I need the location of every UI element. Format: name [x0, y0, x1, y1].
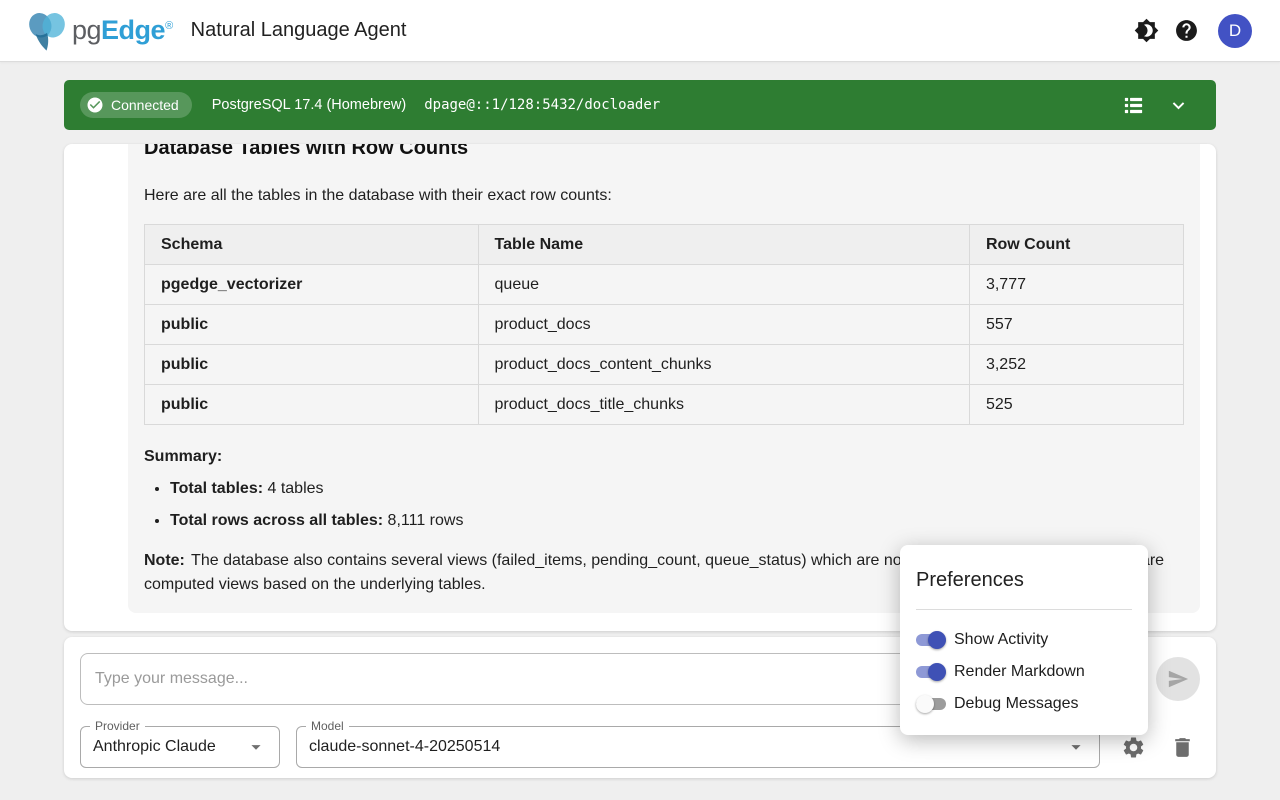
connection-status-label: Connected: [111, 97, 179, 113]
send-icon: [1167, 668, 1189, 690]
results-table-body: pgedge_vectorizerqueue3,777publicproduct…: [145, 265, 1184, 425]
provider-select[interactable]: Provider Anthropic Claude: [80, 726, 280, 768]
chevron-down-icon: [1167, 94, 1190, 117]
message-intro: Here are all the tables in the database …: [144, 184, 1184, 208]
cell-schema: public: [145, 305, 479, 345]
preference-row: Show Activity: [916, 624, 1132, 656]
settings-button[interactable]: [1121, 735, 1146, 760]
cell-row-count: 3,252: [969, 345, 1183, 385]
preference-row: Debug Messages: [916, 688, 1132, 720]
toggle-switch-show-activity[interactable]: [916, 631, 946, 649]
gear-icon: [1121, 735, 1146, 760]
preferences-popup: Preferences Show Activity Render Markdown…: [900, 545, 1148, 735]
cell-schema: public: [145, 385, 479, 425]
toggle-switch-render-markdown[interactable]: [916, 663, 946, 681]
activity-list-button[interactable]: [1118, 90, 1149, 121]
help-button[interactable]: [1166, 11, 1206, 51]
preference-label: Render Markdown: [954, 663, 1085, 681]
app-header: pgEdge® Natural Language Agent D: [0, 0, 1280, 62]
help-icon: [1174, 18, 1199, 43]
toggle-thumb: [928, 631, 946, 649]
table-column-header: Table Name: [478, 225, 969, 265]
connection-string: dpage@::1/128:5432/docloader: [424, 97, 660, 113]
summary-item-label: Total rows across all tables:: [170, 512, 383, 529]
model-label: Model: [306, 719, 349, 733]
check-circle-icon: [86, 96, 104, 114]
preference-label: Debug Messages: [954, 695, 1079, 713]
preferences-toggle-list: Show Activity Render Markdown Debug Messag…: [916, 624, 1132, 720]
message-heading: Database Tables with Row Counts: [144, 144, 1184, 162]
send-button[interactable]: [1156, 657, 1200, 701]
table-row: publicproduct_docs557: [145, 305, 1184, 345]
cell-table-name: product_docs: [478, 305, 969, 345]
cell-row-count: 525: [969, 385, 1183, 425]
cell-schema: pgedge_vectorizer: [145, 265, 479, 305]
provider-label: Provider: [90, 719, 145, 733]
server-version-label: PostgreSQL 17.4 (Homebrew): [212, 97, 407, 113]
trash-icon: [1170, 735, 1195, 760]
table-row: publicproduct_docs_title_chunks525: [145, 385, 1184, 425]
cell-table-name: product_docs_title_chunks: [478, 385, 969, 425]
cell-row-count: 3,777: [969, 265, 1183, 305]
pgedge-logo: pgEdge®: [24, 10, 173, 52]
model-value: claude-sonnet-4-20250514: [309, 738, 500, 756]
brand-text: pgEdge®: [72, 15, 173, 46]
database-tables-table: SchemaTable NameRow Count pgedge_vectori…: [144, 224, 1184, 425]
theme-toggle-button[interactable]: [1126, 11, 1166, 51]
preference-label: Show Activity: [954, 631, 1048, 649]
clear-conversation-button[interactable]: [1170, 735, 1195, 760]
summary-item: Total rows across all tables: 8,111 rows: [170, 509, 1184, 533]
preferences-title: Preferences: [916, 567, 1132, 593]
preferences-divider: [916, 609, 1132, 610]
activity-list-icon: [1122, 94, 1145, 117]
summary-item-label: Total tables:: [170, 480, 263, 497]
summary-item: Total tables: 4 tables: [170, 477, 1184, 501]
cell-schema: public: [145, 345, 479, 385]
theme-toggle-icon: [1134, 18, 1159, 43]
summary-list: Total tables: 4 tables Total rows across …: [153, 477, 1184, 533]
assistant-message-bubble: Database Tables with Row Counts Here are…: [128, 144, 1200, 613]
page-title: Natural Language Agent: [191, 19, 407, 42]
dropdown-arrow-icon: [245, 736, 267, 758]
connection-status-badge: Connected: [80, 92, 192, 118]
toggle-thumb: [928, 663, 946, 681]
table-column-header: Schema: [145, 225, 479, 265]
table-column-header: Row Count: [969, 225, 1183, 265]
pgedge-logo-icon: [24, 10, 70, 52]
table-row: pgedge_vectorizerqueue3,777: [145, 265, 1184, 305]
note-label: Note:: [144, 552, 185, 569]
table-row: publicproduct_docs_content_chunks3,252: [145, 345, 1184, 385]
connection-bar: Connected PostgreSQL 17.4 (Homebrew) dpa…: [64, 80, 1216, 130]
table-header-row: SchemaTable NameRow Count: [145, 225, 1184, 265]
preference-row: Render Markdown: [916, 656, 1132, 688]
toggle-switch-debug-messages[interactable]: [916, 695, 946, 713]
summary-label: Summary:: [144, 445, 1184, 469]
provider-value: Anthropic Claude: [93, 738, 216, 756]
toggle-thumb: [916, 695, 934, 713]
cell-table-name: queue: [478, 265, 969, 305]
connection-expand-button[interactable]: [1163, 90, 1194, 121]
dropdown-arrow-icon: [1065, 736, 1087, 758]
cell-table-name: product_docs_content_chunks: [478, 345, 969, 385]
user-avatar[interactable]: D: [1218, 14, 1252, 48]
cell-row-count: 557: [969, 305, 1183, 345]
